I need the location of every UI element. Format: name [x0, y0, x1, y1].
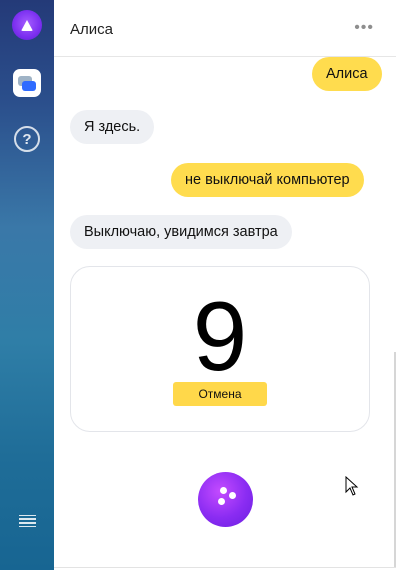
help-icon[interactable]: ? [14, 126, 40, 152]
page-title: Алиса [70, 21, 113, 38]
divider [54, 567, 396, 568]
assistant-message: Выключаю, увидимся завтра [70, 215, 292, 249]
grid-icon[interactable] [16, 452, 38, 474]
user-message: не выключай компьютер [171, 163, 364, 197]
header: Алиса ••• [54, 0, 396, 57]
mouse-cursor-icon [345, 476, 359, 496]
chat-icon[interactable] [13, 69, 41, 97]
menu-icon[interactable] [16, 510, 38, 532]
alice-voice-button[interactable] [198, 472, 253, 527]
assistant-message: Я здесь. [70, 110, 155, 144]
more-options-icon[interactable]: ••• [354, 19, 374, 37]
cancel-button[interactable]: Отмена [173, 382, 267, 406]
timer-card: 9 Отмена [70, 266, 370, 432]
left-sidebar: ? [0, 0, 54, 570]
chat-panel: Алиса ••• Алиса Я здесь. не выключай ком… [54, 0, 396, 570]
user-message: Алиса [312, 57, 382, 91]
alice-logo-icon[interactable] [12, 10, 42, 40]
countdown-number: 9 [192, 281, 248, 391]
